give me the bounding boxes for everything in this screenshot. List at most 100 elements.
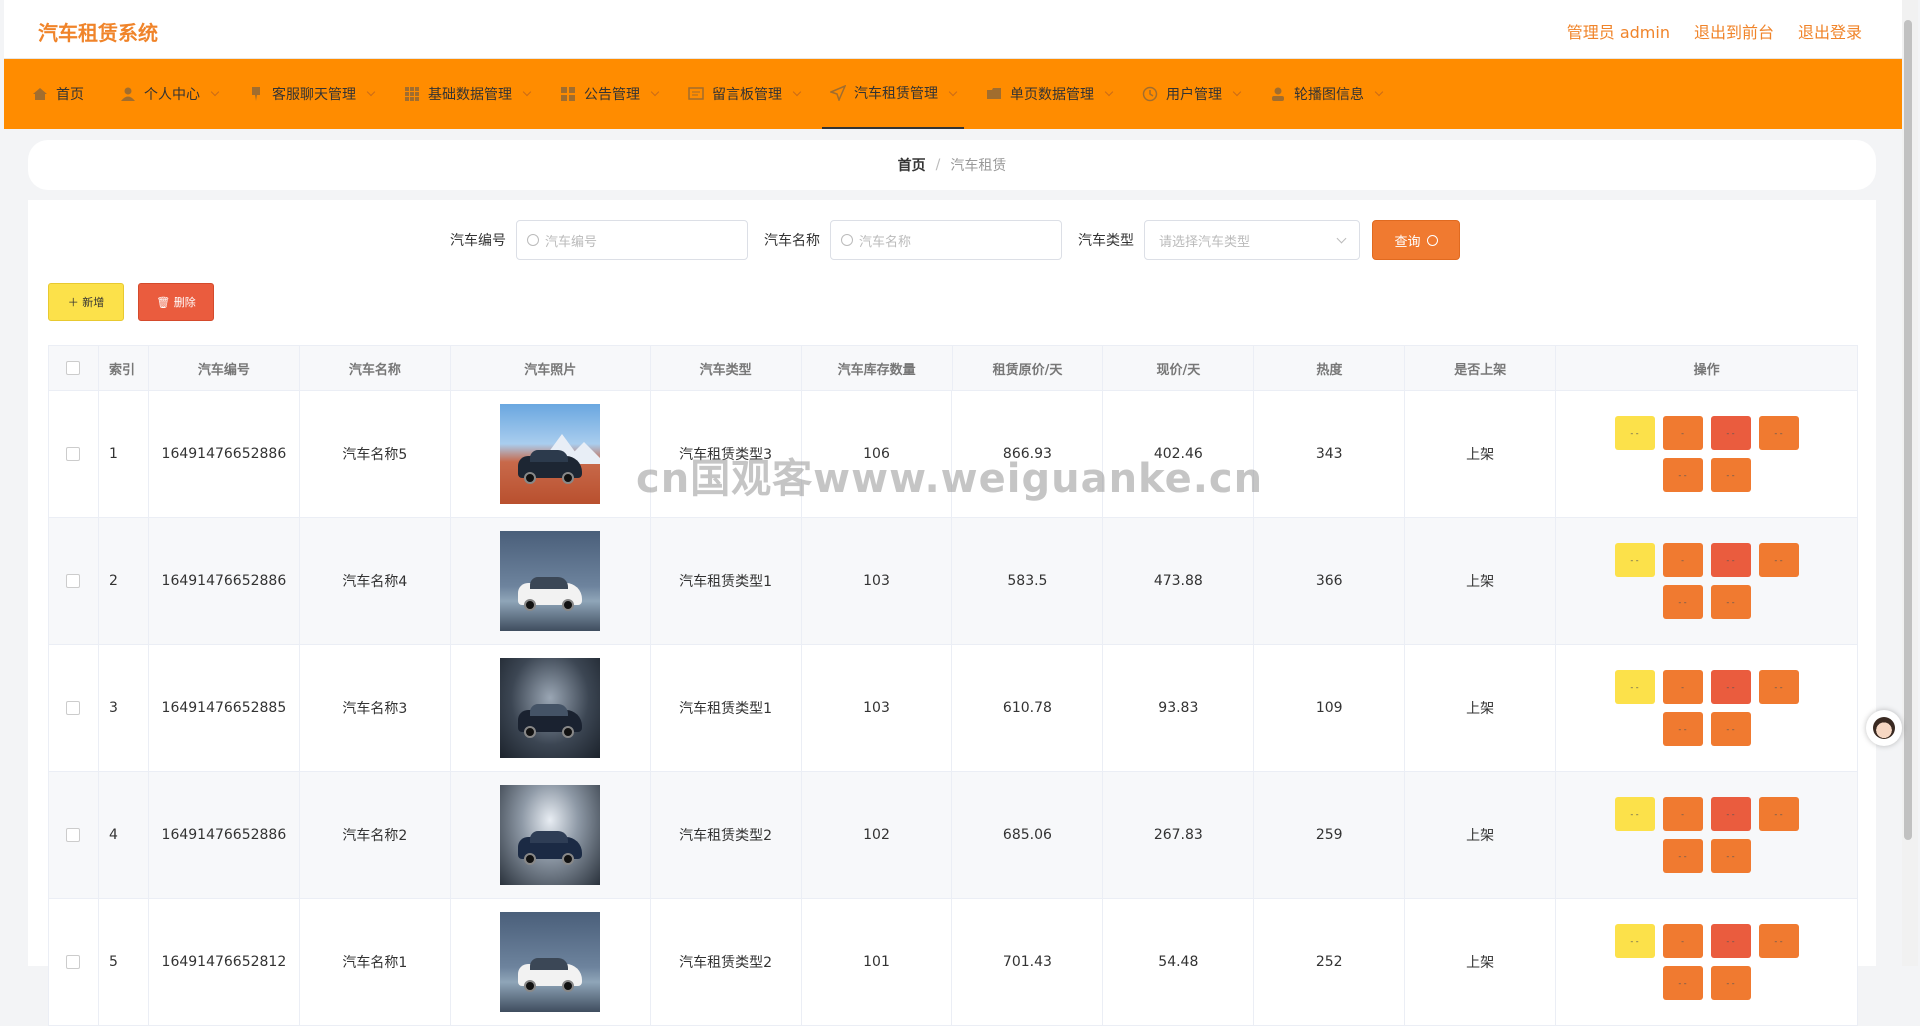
row-checkbox[interactable]	[66, 828, 81, 842]
nav-basic-data[interactable]: 基础数据管理	[396, 59, 538, 129]
delete-row-button[interactable]: - -	[1710, 670, 1751, 704]
car-code-input[interactable]: 汽车编号	[516, 220, 748, 260]
nav-home[interactable]: 首页	[24, 59, 98, 129]
select-all-cell	[49, 346, 99, 390]
wheel-shape	[562, 980, 575, 992]
car-photo[interactable]	[500, 531, 601, 631]
row-checkbox-cell	[49, 645, 99, 771]
header-car-name: 汽车名称	[300, 346, 451, 390]
page-scrollbar-track[interactable]	[1902, 0, 1918, 966]
op-button-6[interactable]: - -	[1710, 712, 1751, 746]
cell-heat: 343	[1254, 391, 1406, 517]
car-photo[interactable]	[500, 404, 601, 504]
nav-notice[interactable]: 公告管理	[552, 59, 666, 129]
floating-chat-avatar[interactable]	[1866, 710, 1902, 746]
delete-row-button[interactable]: - -	[1710, 543, 1751, 577]
delete-row-button[interactable]: - -	[1710, 416, 1751, 450]
op-button-6[interactable]: - -	[1710, 585, 1751, 619]
op-button-4[interactable]: - -	[1758, 416, 1799, 450]
cell-original-price: 685.06	[952, 772, 1104, 898]
op-button-4[interactable]: - -	[1758, 797, 1799, 831]
op-button-5[interactable]: - -	[1662, 585, 1703, 619]
nav-message-board[interactable]: 留言板管理	[680, 59, 808, 129]
row-checkbox[interactable]	[66, 447, 81, 461]
op-button-5[interactable]: - -	[1662, 458, 1703, 492]
page-scrollbar-thumb[interactable]	[1904, 20, 1912, 840]
car-photo[interactable]	[500, 785, 601, 885]
nav-carousel[interactable]: 轮播图信息	[1262, 59, 1390, 129]
op-button-6[interactable]: - -	[1710, 458, 1751, 492]
op-button-4[interactable]: - -	[1758, 924, 1799, 958]
car-type-placeholder: 请选择汽车类型	[1159, 234, 1251, 250]
wheel-shape	[562, 599, 575, 611]
details-button[interactable]: - -	[1614, 416, 1655, 450]
nav-personal-center[interactable]: 个人中心	[112, 59, 226, 129]
car-table: 索引 汽车编号 汽车名称 汽车照片 汽车类型 汽车库存数量 租赁原价/天 现价/…	[48, 345, 1858, 1026]
breadcrumb-home[interactable]: 首页	[898, 155, 926, 175]
admin-label[interactable]: 管理员 admin	[1567, 19, 1670, 43]
car-type-select[interactable]: 请选择汽车类型	[1144, 220, 1360, 260]
op-button-5[interactable]: - -	[1662, 966, 1703, 1000]
wheel-shape	[524, 599, 537, 611]
edit-button[interactable]: -	[1662, 670, 1703, 704]
query-button[interactable]: 查询	[1372, 220, 1460, 260]
op-button-6[interactable]: - -	[1710, 966, 1751, 1000]
cell-stock: 101	[802, 899, 953, 1025]
car-photo[interactable]	[500, 658, 601, 758]
cell-stock: 102	[802, 772, 953, 898]
top-actions: 管理员 admin 退出到前台 退出登录	[1567, 19, 1862, 43]
op-button-5[interactable]: - -	[1662, 839, 1703, 873]
cell-car-code: 16491476652885	[149, 645, 300, 771]
row-checkbox[interactable]	[66, 701, 81, 715]
car-photo[interactable]	[500, 912, 601, 1012]
cell-original-price: 610.78	[952, 645, 1104, 771]
details-button[interactable]: - -	[1614, 543, 1655, 577]
exit-to-front-link[interactable]: 退出到前台	[1694, 19, 1774, 43]
car-name-input[interactable]: 汽车名称	[830, 220, 1062, 260]
cell-operations: - - - - - - - - - - -	[1556, 391, 1857, 517]
select-all-checkbox[interactable]	[66, 361, 81, 375]
cell-on-shelf: 上架	[1405, 899, 1557, 1025]
search-icon	[527, 234, 539, 246]
edit-button[interactable]: -	[1662, 797, 1703, 831]
row-checkbox-cell	[49, 899, 99, 1025]
delete-row-button[interactable]: - -	[1710, 797, 1751, 831]
op-button-6[interactable]: - -	[1710, 839, 1751, 873]
logout-link[interactable]: 退出登录	[1798, 19, 1862, 43]
add-button[interactable]: ＋ 新增	[48, 283, 124, 321]
cell-on-shelf: 上架	[1405, 391, 1557, 517]
nav-user-management[interactable]: 用户管理	[1134, 59, 1248, 129]
search-form: 汽车编号 汽车编号 汽车名称 汽车名称 汽车类型 请选择汽车类型 查询	[28, 220, 1876, 260]
nav-car-rental[interactable]: 汽车租赁管理	[822, 59, 964, 129]
details-button[interactable]: - -	[1614, 797, 1655, 831]
action-bar: ＋ 新增 🗑 删除	[48, 283, 214, 321]
op-button-4[interactable]: - -	[1758, 670, 1799, 704]
header-on-shelf: 是否上架	[1405, 346, 1557, 390]
delete-button[interactable]: 🗑 删除	[138, 283, 214, 321]
edit-button[interactable]: -	[1662, 924, 1703, 958]
query-label: 查询	[1394, 234, 1421, 250]
row-checkbox[interactable]	[66, 955, 81, 969]
nav-chat-management[interactable]: 客服聊天管理	[240, 59, 382, 129]
edit-button[interactable]: -	[1662, 543, 1703, 577]
details-button[interactable]: - -	[1614, 670, 1655, 704]
wheel-shape	[562, 853, 575, 865]
edit-button[interactable]: -	[1662, 416, 1703, 450]
wheel-shape	[524, 853, 537, 865]
nav-label: 客服聊天管理	[272, 87, 356, 103]
breadcrumb-current: 汽车租赁	[950, 158, 1007, 174]
cell-car-code: 16491476652812	[149, 899, 300, 1025]
details-button[interactable]: - -	[1614, 924, 1655, 958]
op-button-4[interactable]: - -	[1758, 543, 1799, 577]
op-button-5[interactable]: - -	[1662, 712, 1703, 746]
row-checkbox[interactable]	[66, 574, 81, 588]
cell-current-price: 267.83	[1103, 772, 1255, 898]
cell-original-price: 866.93	[952, 391, 1104, 517]
delete-row-button[interactable]: - -	[1710, 924, 1751, 958]
nav-label: 用户管理	[1166, 87, 1222, 103]
car-window-shape	[530, 450, 569, 462]
cell-stock: 103	[802, 518, 953, 644]
breadcrumb-separator: /	[935, 157, 941, 173]
car-code-placeholder: 汽车编号	[545, 234, 598, 250]
nav-single-page[interactable]: 单页数据管理	[978, 59, 1120, 129]
